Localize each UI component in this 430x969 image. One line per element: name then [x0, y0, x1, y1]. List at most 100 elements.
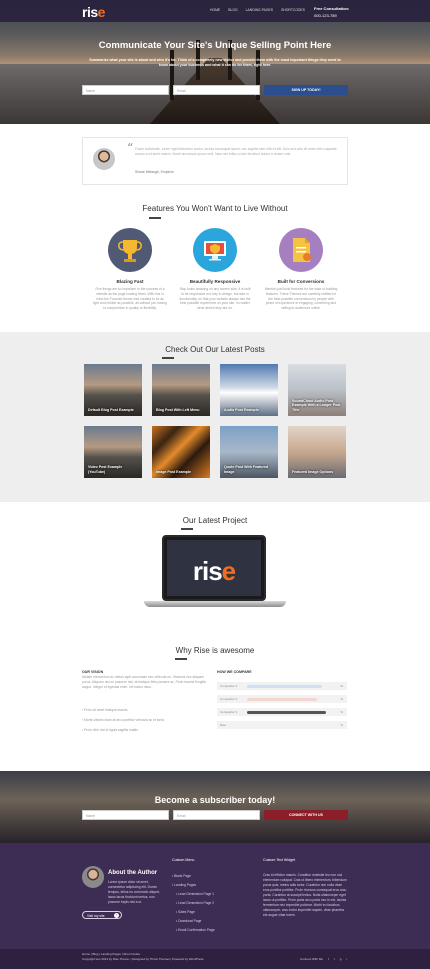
post-caption: SoundCloud Audio Post Example With a Lon… [292, 398, 341, 412]
footer-menu-item[interactable]: Email Confirmation Page [172, 928, 214, 932]
bottom-bar [0, 949, 430, 969]
feature-title: Blazing Fast [116, 279, 144, 284]
compare-bar: Competitor 1% [217, 682, 347, 690]
post-card[interactable]: Blog Post With Left Menu [152, 364, 210, 416]
footer-menu-heading: Custom Menu [172, 858, 195, 862]
quote-icon: “ [127, 141, 134, 155]
bottom-links: Home | Blog | Landing Pages | Short Code… [82, 952, 204, 962]
footer-menu-item[interactable]: Lead Generation Page 1 [172, 892, 215, 896]
bar-percent: % [340, 684, 343, 688]
copyright-text: Copyright text 2014 by Rise Theme. | Des… [82, 957, 204, 961]
footer-menu-item[interactable]: Landing Pages [172, 883, 215, 887]
menu-item-shortcodes[interactable]: SHORTCODES [281, 8, 305, 12]
twitter-icon[interactable]: t [334, 957, 335, 961]
project-screen-content: rise [167, 540, 261, 596]
list-item: Morbi ultrices diam at arcu porttitor ve… [82, 718, 206, 722]
feature-title: Beautifully Responsive [189, 279, 241, 284]
compare-heading: HOW WE COMPARE [217, 670, 252, 674]
menu-item-landing-pages[interactable]: LANDING PAGES [246, 8, 273, 12]
bar-percent: % [340, 697, 343, 701]
monitor-shield-icon [193, 228, 237, 272]
footer-widget-heading: Custom Text Widget [263, 858, 296, 862]
consultation-phone[interactable]: 000-123-789 [314, 13, 337, 18]
latest-posts-section [0, 332, 430, 502]
post-caption: Featured Image Options [292, 469, 334, 474]
title-underline [162, 357, 174, 359]
bar-percent: % [340, 710, 343, 714]
post-card[interactable]: Quote Post With Featured Image [220, 426, 278, 478]
consultation-label: Free Consultation: [314, 6, 350, 11]
hero-title: Communicate Your Site's Unique Selling P… [98, 40, 332, 51]
footer-menu-item[interactable]: Sales Page [172, 910, 215, 914]
site-logo[interactable]: rise [82, 4, 105, 20]
bar-label: Competitor 2 [220, 697, 238, 701]
project-logo: rise [192, 556, 236, 586]
email-input[interactable]: Email [173, 85, 260, 95]
subscribe-email-input[interactable]: Email [173, 810, 260, 820]
connect-label: Connect With Me [300, 957, 324, 961]
subscribe-section [0, 771, 430, 843]
post-caption: Default Blog Post Example [88, 407, 134, 412]
hero-signup-form: Name Email SIGN UP TODAY! [82, 85, 348, 95]
connect-button[interactable]: CONNECT WITH US [264, 810, 348, 820]
testimonial-author: Shane Melaugh, Empirize [135, 170, 174, 174]
hero-subtitle: Summarize what your site is about and wh… [89, 58, 341, 67]
testimonial-quote: Fusce sollicitudin, lorem eget bibendum … [135, 147, 337, 156]
compare-bar: Competitor 3% [217, 708, 347, 716]
sign-up-button[interactable]: SIGN UP TODAY! [264, 85, 348, 95]
footer-menu-item[interactable]: Lead Generation Page 2 [172, 901, 215, 905]
vision-text: Nullam elementum ac metus eget accumsan … [82, 675, 206, 689]
footer-menu-item[interactable]: Blank Page [172, 874, 215, 878]
why-title: Why Rise is awesome [175, 646, 255, 655]
feature-text: Mention just build features for the sake… [264, 287, 338, 311]
project-laptop-screen[interactable]: rise [162, 535, 266, 601]
consultation-info: Free Consultation: 000-123-789 [314, 5, 349, 19]
compare-bar: Rise% [217, 721, 347, 729]
project-title: Our Latest Project [182, 516, 248, 525]
feature-blazing-fast: Blazing Fast Five things are so importan… [93, 228, 167, 311]
vision-heading: OUR VISION [82, 670, 104, 674]
bar-label: Competitor 3 [220, 710, 238, 714]
rss-icon[interactable]: r [346, 957, 347, 961]
footer-widget-text: Cras id efficitur mauris. Curabitur mole… [263, 873, 347, 917]
vision-bullets: Proin sit amet tristique mauris. Morbi u… [82, 708, 206, 738]
menu-item-blog[interactable]: BLOG [228, 8, 237, 12]
bar-fill [247, 698, 318, 701]
post-card[interactable]: Default Blog Post Example [84, 364, 142, 416]
bar-percent: % [340, 723, 343, 727]
post-card[interactable]: Featured Image Options [288, 426, 346, 478]
title-underline [175, 658, 187, 660]
testimonial-box: “ Fusce sollicitudin, lorem eget bibendu… [82, 137, 348, 185]
list-item: Proin nibh nisl et ligula sagittis matti… [82, 728, 206, 732]
google-plus-icon[interactable]: g [340, 957, 342, 961]
feature-title: Built for Conversions [277, 279, 325, 284]
social-links: Connect With Me f t g r [300, 957, 347, 961]
feature-text: Five things are so important to the succ… [93, 287, 167, 311]
features-title: Features You Won't Want to Live Without [142, 204, 288, 213]
title-underline [181, 528, 193, 530]
facebook-icon[interactable]: f [328, 957, 329, 961]
post-card[interactable]: SoundCloud Audio Post Example With a Lon… [288, 364, 346, 416]
subscribe-name-input[interactable]: Name [82, 810, 169, 820]
menu-item-home[interactable]: HOME [210, 8, 220, 12]
compare-bar: Competitor 2% [217, 695, 347, 703]
footer [0, 843, 430, 949]
subscribe-title: Become a subscriber today! [154, 795, 276, 805]
post-card[interactable]: Video Post Example (YouTube) [84, 426, 142, 478]
document-icon [279, 228, 323, 272]
name-input[interactable]: Name [82, 85, 169, 95]
bar-fill [247, 685, 322, 688]
visit-site-button[interactable]: Visit my site › [82, 911, 122, 919]
feature-responsive: Beautifully Responsive Stop looks amazin… [178, 228, 252, 311]
footer-menu-item[interactable]: Download Page [172, 919, 215, 923]
post-card[interactable]: Image Post Example [152, 426, 210, 478]
about-author-title: About the Author [108, 870, 158, 876]
bar-fill [247, 711, 327, 714]
subscribe-form: Name Email CONNECT WITH US [82, 810, 348, 820]
footer-menu: Blank Page Landing Pages Lead Generation… [172, 874, 215, 937]
laptop-base [144, 601, 286, 607]
bar-label: Rise [220, 723, 227, 727]
post-card[interactable]: Audio Post Example [220, 364, 278, 416]
post-caption: Audio Post Example [224, 407, 259, 412]
top-navbar: rise HOME BLOG LANDING PAGES SHORTCODES … [0, 0, 430, 22]
